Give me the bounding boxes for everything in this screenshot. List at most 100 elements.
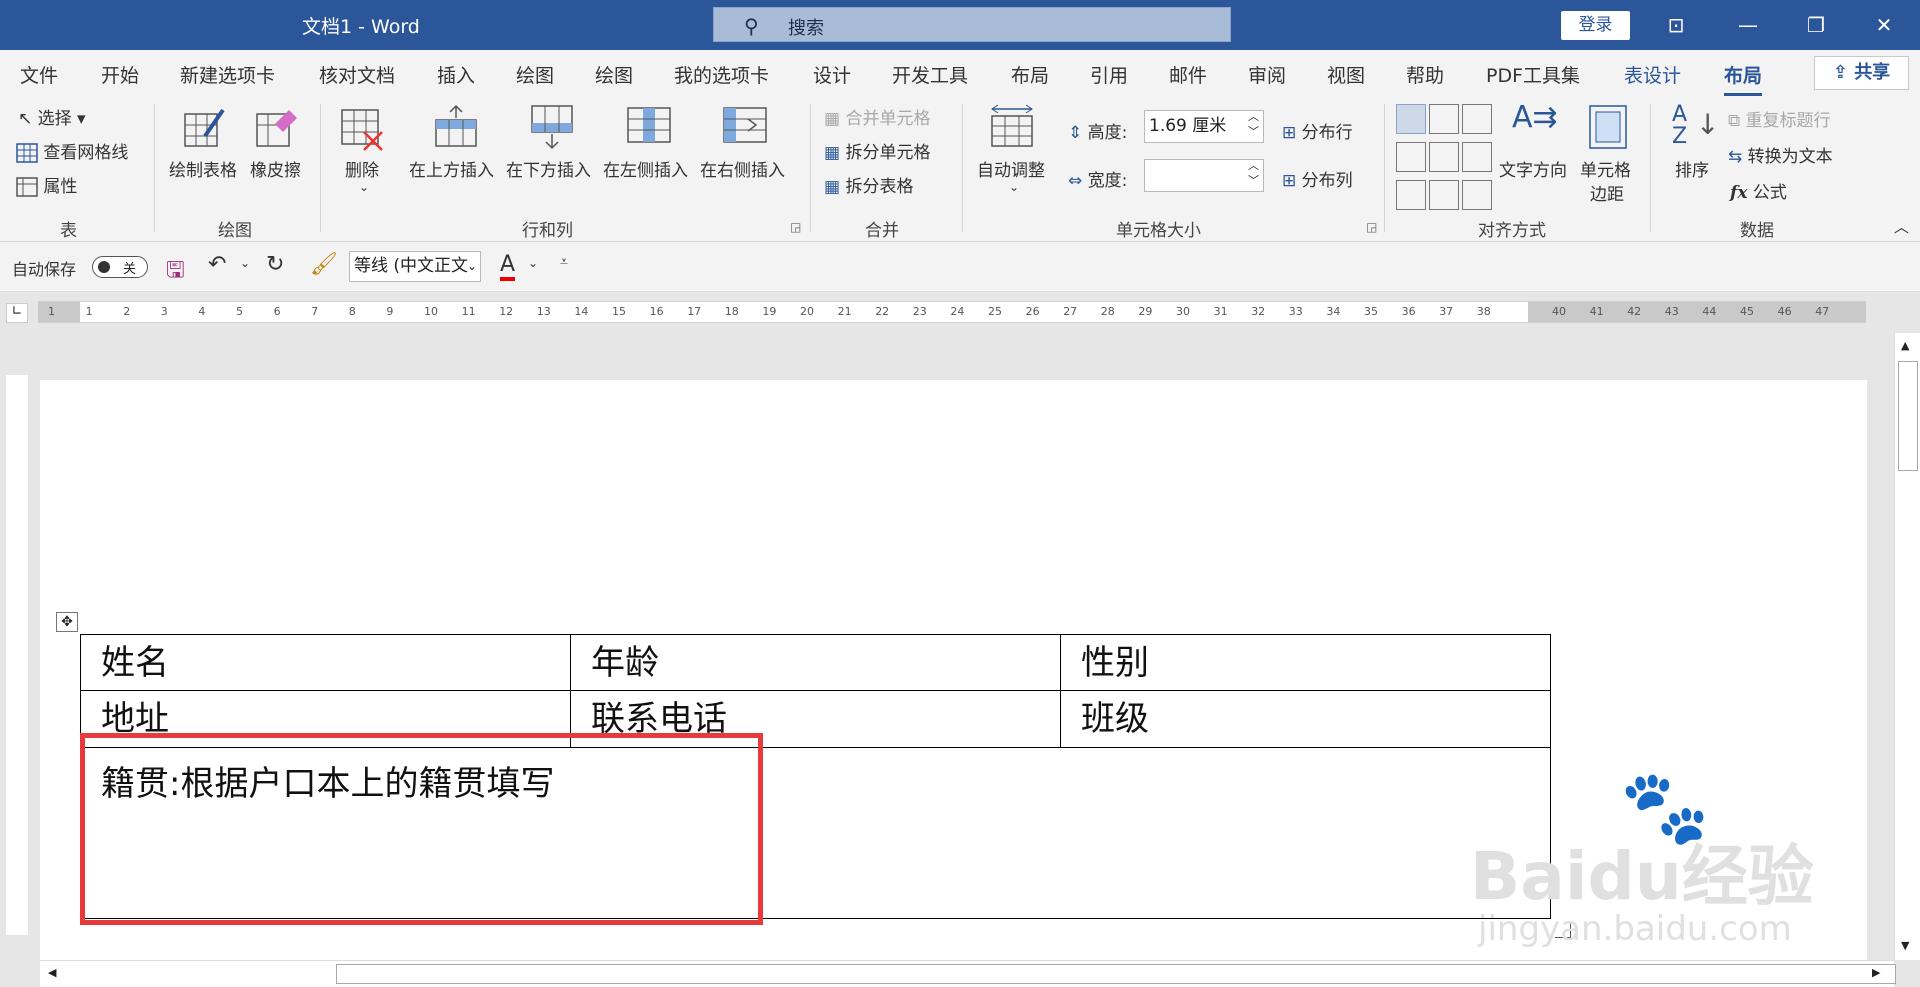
tab-table-layout[interactable]: 布局: [1724, 61, 1763, 97]
minimize-icon[interactable]: —: [1728, 8, 1768, 42]
spinner-icon[interactable]: ︿ ﹀: [1248, 158, 1259, 188]
tab-mailings[interactable]: 邮件: [1169, 61, 1207, 88]
merge-cells-button[interactable]: ▦ 合并单元格: [824, 104, 930, 129]
group-separator: [1384, 104, 1385, 232]
convert-text-icon: ⇆: [1728, 147, 1743, 167]
width-input[interactable]: ︿ ﹀: [1144, 159, 1264, 192]
align-bottom-left-button[interactable]: [1396, 180, 1426, 210]
align-top-left-button[interactable]: [1396, 104, 1426, 134]
table-cell[interactable]: 姓名: [80, 634, 571, 691]
split-cells-button[interactable]: ▦ 拆分单元格: [824, 138, 930, 163]
align-middle-center-button[interactable]: [1429, 142, 1459, 172]
ruler-number: 12: [499, 305, 514, 318]
align-bottom-center-button[interactable]: [1429, 180, 1459, 210]
customize-qat-icon[interactable]: ⩡: [560, 254, 568, 270]
tab-help[interactable]: 帮助: [1406, 61, 1444, 88]
watermark-brand: Baidu经验: [1470, 838, 1814, 915]
ruler-number: 8: [348, 305, 356, 318]
tab-selector-icon[interactable]: ∟: [6, 303, 28, 323]
align-top-center-button[interactable]: [1429, 104, 1459, 134]
tab-insert[interactable]: 插入: [437, 61, 475, 88]
convert-to-text-button[interactable]: ⇆ 转换为文本: [1728, 142, 1833, 167]
chevron-down-icon[interactable]: ⌄: [240, 256, 250, 270]
ruler-number: 25: [988, 305, 1002, 318]
tab-references[interactable]: 引用: [1090, 61, 1128, 88]
table-cell[interactable]: 地址: [80, 690, 571, 748]
ruler-number: 6: [273, 305, 281, 318]
vertical-ruler[interactable]: [6, 375, 28, 935]
ribbon-display-icon[interactable]: ⊡: [1656, 8, 1696, 42]
dialog-launcher-icon[interactable]: ◲: [1366, 220, 1377, 234]
dialog-launcher-icon[interactable]: ◲: [790, 220, 801, 234]
align-middle-left-button[interactable]: [1396, 142, 1426, 172]
tab-design[interactable]: 设计: [813, 61, 851, 88]
tab-table-design[interactable]: 表设计: [1624, 61, 1681, 88]
vertical-scroll-thumb[interactable]: [1898, 361, 1918, 471]
tab-review-doc[interactable]: 核对文档: [319, 61, 395, 88]
ruler-number: 9: [386, 305, 394, 318]
restore-icon[interactable]: ❐: [1796, 8, 1836, 42]
tab-draw-2[interactable]: 绘图: [595, 61, 633, 88]
chevron-down-icon[interactable]: ⌄: [528, 256, 538, 270]
tab-layout[interactable]: 布局: [1011, 61, 1049, 88]
table-cell[interactable]: 性别: [1060, 634, 1551, 691]
vertical-scrollbar[interactable]: ▲ ▼: [1894, 333, 1920, 960]
repeat-header-button[interactable]: ⧉ 重复标题行: [1728, 106, 1831, 131]
format-painter-icon[interactable]: 🖌: [310, 252, 338, 277]
scroll-down-icon[interactable]: ▼: [1901, 939, 1909, 952]
close-icon[interactable]: ✕: [1864, 8, 1904, 42]
view-gridlines-button[interactable]: 查看网格线: [16, 138, 128, 163]
ruler-number: 47: [1815, 305, 1830, 318]
share-button[interactable]: ⇪ 共享: [1814, 56, 1909, 90]
font-color-button[interactable]: A: [500, 252, 516, 281]
collapse-ribbon-icon[interactable]: ︿: [1894, 216, 1909, 237]
horizontal-ruler[interactable]: 1 1 2 3 4 5 6 7 8 9 10 11 12 13 14 15 16 17 18 19 20 21 22 23 24…: [38, 301, 1866, 323]
tab-developer[interactable]: 开发工具: [892, 61, 968, 88]
width-label: ⇔ 宽度:: [1068, 171, 1128, 191]
save-icon[interactable]: 🖫: [166, 253, 185, 291]
distribute-rows-button[interactable]: ⊞ 分布行: [1282, 118, 1353, 143]
scroll-up-icon[interactable]: ▲: [1901, 339, 1909, 352]
tab-home[interactable]: 开始: [101, 61, 139, 88]
login-button[interactable]: 登录: [1561, 11, 1630, 40]
tab-pdf[interactable]: PDF工具集: [1486, 61, 1580, 88]
table-cell[interactable]: 班级: [1060, 690, 1551, 748]
tab-mytab[interactable]: 我的选项卡: [674, 61, 769, 88]
horizontal-scroll-thumb[interactable]: [336, 964, 1896, 984]
redo-icon[interactable]: ↻: [266, 252, 284, 277]
height-label: ⇕ 高度:: [1068, 123, 1128, 143]
height-input[interactable]: 1.69 厘米 ︿ ﹀: [1144, 110, 1264, 143]
undo-icon[interactable]: ↶: [208, 252, 226, 277]
scroll-left-icon[interactable]: ◀: [48, 966, 56, 979]
font-select[interactable]: 等线 (中文正文 ⌄: [349, 251, 481, 282]
ruler-number: 46: [1777, 305, 1792, 318]
select-button[interactable]: ↖ 选择 ▾: [18, 104, 86, 129]
table-cell-native-place[interactable]: 籍贯:根据户口本上的籍贯填写: [80, 747, 1551, 919]
text-direction-icon: A⇉: [1512, 100, 1558, 135]
tab-view[interactable]: 视图: [1327, 61, 1365, 88]
properties-button[interactable]: 属性: [16, 172, 77, 197]
spinner-icon[interactable]: ︿ ﹀: [1248, 109, 1259, 139]
tab-draw-1[interactable]: 绘图: [516, 61, 554, 88]
scroll-right-icon[interactable]: ▶: [1872, 966, 1880, 979]
split-table-button[interactable]: ▦ 拆分表格: [824, 172, 913, 197]
align-top-right-button[interactable]: [1462, 104, 1492, 134]
autosave-toggle[interactable]: 关: [92, 256, 148, 278]
formula-button[interactable]: fx 公式: [1730, 178, 1787, 203]
tab-review[interactable]: 审阅: [1248, 61, 1286, 88]
align-bottom-right-button[interactable]: [1462, 180, 1492, 210]
table-cell[interactable]: 联系电话: [570, 690, 1061, 748]
search-placeholder: 搜索: [788, 18, 824, 39]
align-middle-right-button[interactable]: [1462, 142, 1492, 172]
watermark-url: jingyan.baidu.com: [1478, 909, 1792, 949]
ruler-number: 19: [762, 305, 777, 318]
tab-newtab[interactable]: 新建选项卡: [180, 61, 275, 88]
search-box[interactable]: ⚲ 搜索: [713, 7, 1231, 42]
table-move-handle-icon[interactable]: ✥: [56, 612, 78, 632]
distribute-cols-button[interactable]: ⊞ 分布列: [1282, 166, 1353, 191]
table-cell[interactable]: 年龄: [570, 634, 1061, 691]
tab-file[interactable]: 文件: [20, 61, 58, 88]
ruler-number: 11: [461, 305, 476, 318]
title-bar: 文档1 - Word ⚲ 搜索 登录 ⊡ — ❐ ✕: [0, 0, 1920, 50]
delete-table-icon: [341, 109, 383, 151]
